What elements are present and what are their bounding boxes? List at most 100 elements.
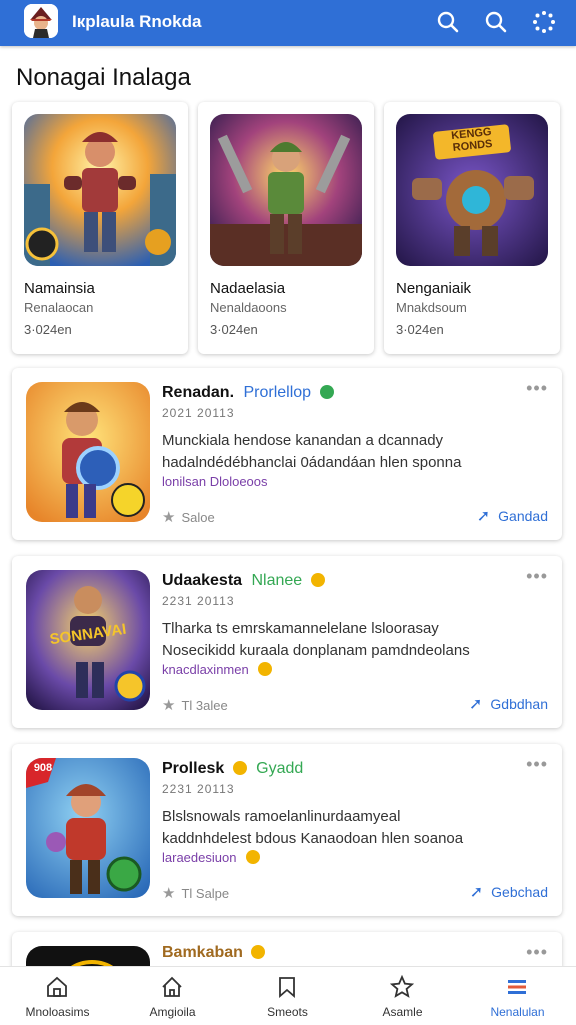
more-options-icon[interactable]: ••• [526, 754, 548, 775]
card-size: 3·024en [210, 322, 258, 337]
item-date: 2021 20113 [162, 406, 235, 420]
rating-text: Saloe [181, 510, 215, 525]
list-item[interactable]: 908 Prollesk Gyadd 2231 20113 Blslsnowal… [12, 744, 562, 916]
more-options-icon[interactable]: ••• [526, 942, 548, 963]
item-rating: ★ Saloe [162, 508, 215, 526]
more-options-icon[interactable]: ••• [526, 566, 548, 587]
download-label: Gebchad [491, 884, 548, 900]
loading-icon[interactable] [532, 10, 556, 34]
download-label: Gandad [498, 508, 548, 524]
section-title: Nonagai Inalaga [16, 64, 191, 91]
verified-badge-icon [319, 385, 334, 399]
category-text: knacdlaxinmen [162, 662, 249, 677]
share-arrow-icon: ➚ [476, 508, 491, 525]
nav-item-favorites[interactable]: Asamle [345, 967, 460, 1025]
item-rating: ★ Tl 3alee [162, 696, 228, 714]
share-arrow-icon: ➚ [468, 696, 483, 713]
nav-label: Amgioila [149, 1005, 196, 1019]
card-subtitle: Nenaldaoons [210, 300, 287, 315]
game-icon: SONNAVAI [26, 570, 150, 710]
featured-card[interactable]: Nadaelasia Nenaldaoons 3·024en [198, 102, 374, 354]
item-title-text: Prollesk [162, 760, 225, 777]
item-tag: Nlanee [251, 572, 303, 589]
app-logo[interactable] [24, 4, 58, 38]
menu-icon [508, 980, 526, 994]
rating-text: Tl 3alee [181, 698, 228, 713]
bottom-navigation: Mnoloasims Amgioila Smeots Asamle Nenalu… [0, 966, 576, 1025]
nav-item-profile[interactable]: Nenalulan [460, 967, 575, 1025]
download-button[interactable]: ➚ Gdbdhan [469, 694, 548, 714]
nav-item-saved[interactable]: Smeots [230, 967, 345, 1025]
house-icon [162, 976, 182, 997]
share-arrow-icon: ➚ [469, 884, 484, 901]
card-title: Nadaelasia [210, 280, 286, 297]
item-description: Tlharka ts emrskamannelelane lsloorasay … [162, 618, 542, 662]
list-item[interactable]: SONNAVAI Udaakesta Nlanee 2231 20113 Tlh… [12, 556, 562, 728]
item-rating: ★ Tl Salpe [162, 884, 229, 902]
bookmark-icon [279, 977, 295, 998]
badge-icon [310, 573, 325, 587]
search-icon[interactable] [436, 10, 460, 34]
nav-label: Nenalulan [490, 1005, 545, 1019]
item-tag: Prorlellop [243, 384, 312, 401]
game-thumbnail: KENGG RONDS [396, 114, 548, 266]
description-line: Blslsnowals ramoelanlinurdaamyeal [162, 808, 401, 825]
card-size: 3·024en [396, 322, 444, 337]
card-title: Namainsia [24, 280, 95, 297]
game-thumbnail [24, 114, 176, 266]
nav-item-home[interactable]: Mnoloasims [0, 967, 115, 1025]
item-category[interactable]: laraedesiuon [162, 850, 261, 865]
download-button[interactable]: ➚ Gebchad [470, 882, 548, 902]
description-line: Nosecikidd kuraala donplanam pamdndeolan… [162, 642, 470, 659]
game-logo-text: 908 [33, 762, 53, 774]
verified-badge-icon [251, 945, 266, 959]
card-subtitle: Mnakdsoum [396, 300, 467, 315]
star-icon: ★ [162, 697, 176, 714]
item-title-text: Udaakesta [162, 572, 243, 589]
description-line: kaddnhdelest bdous Kanaodoan hlen soanoa [162, 830, 464, 847]
item-category[interactable]: knacdlaxinmen [162, 662, 273, 677]
featured-card[interactable]: Namainsia Renalaocan 3·024en [12, 102, 188, 354]
category-text: laraedesiuon [162, 850, 237, 865]
star-icon: ★ [162, 885, 176, 902]
description-line: Munckiala hendose kanandan a dcannady [162, 432, 444, 449]
item-description: Munckiala hendose kanandan a dcannady ha… [162, 430, 542, 474]
item-title: Renadan. Prorlellop [162, 384, 334, 402]
item-title: Bamkaban [162, 944, 266, 962]
item-title: Prollesk Gyadd [162, 760, 303, 778]
card-size: 3·024en [24, 322, 72, 337]
game-icon [26, 382, 150, 522]
list-item[interactable]: Renadan. Prorlellop 2021 20113 Munckiala… [12, 368, 562, 540]
rating-text: Tl Salpe [181, 886, 230, 901]
star-icon: ★ [162, 509, 176, 526]
item-category[interactable]: lonilsan Dloloeoos [162, 474, 268, 489]
nav-label: Smeots [267, 1005, 308, 1019]
item-date: 2231 20113 [162, 782, 235, 796]
item-title-text: Bamkaban [162, 944, 243, 961]
emoji-icon [258, 662, 273, 676]
download-label: Gdbdhan [490, 696, 548, 712]
home-icon [47, 976, 67, 997]
search-icon[interactable] [484, 10, 508, 34]
item-title-text: Renadan. [162, 384, 235, 401]
nav-item-games[interactable]: Amgioila [115, 967, 230, 1025]
emoji-icon [246, 850, 261, 864]
item-title: Udaakesta Nlanee [162, 572, 325, 590]
item-description: Blslsnowals ramoelanlinurdaamyeal kaddnh… [162, 806, 542, 850]
featured-card[interactable]: KENGG RONDS Nenganiaik Mnakdsoum 3·024en [384, 102, 560, 354]
app-title: Iкplaula Rnokda [72, 12, 202, 31]
game-icon: 908 [26, 758, 150, 898]
description-line: Tlharka ts emrskamannelelane lsloorasay [162, 620, 439, 637]
nav-label: Asamle [382, 1005, 423, 1019]
download-button[interactable]: ➚ Gandad [477, 506, 548, 526]
top-app-bar: Iкplaula Rnokda [0, 0, 576, 46]
item-date: 2231 20113 [162, 594, 235, 608]
star-icon [390, 975, 414, 998]
more-options-icon[interactable]: ••• [526, 378, 548, 399]
nav-label: Mnoloasims [25, 1005, 90, 1019]
item-tag: Gyadd [256, 760, 304, 777]
card-title: Nenganiaik [396, 280, 472, 297]
card-subtitle: Renalaocan [24, 300, 94, 315]
emoji-icon [232, 761, 247, 775]
description-line: hadalndédébhanclai 0ádandáan hlen sponna [162, 454, 462, 471]
